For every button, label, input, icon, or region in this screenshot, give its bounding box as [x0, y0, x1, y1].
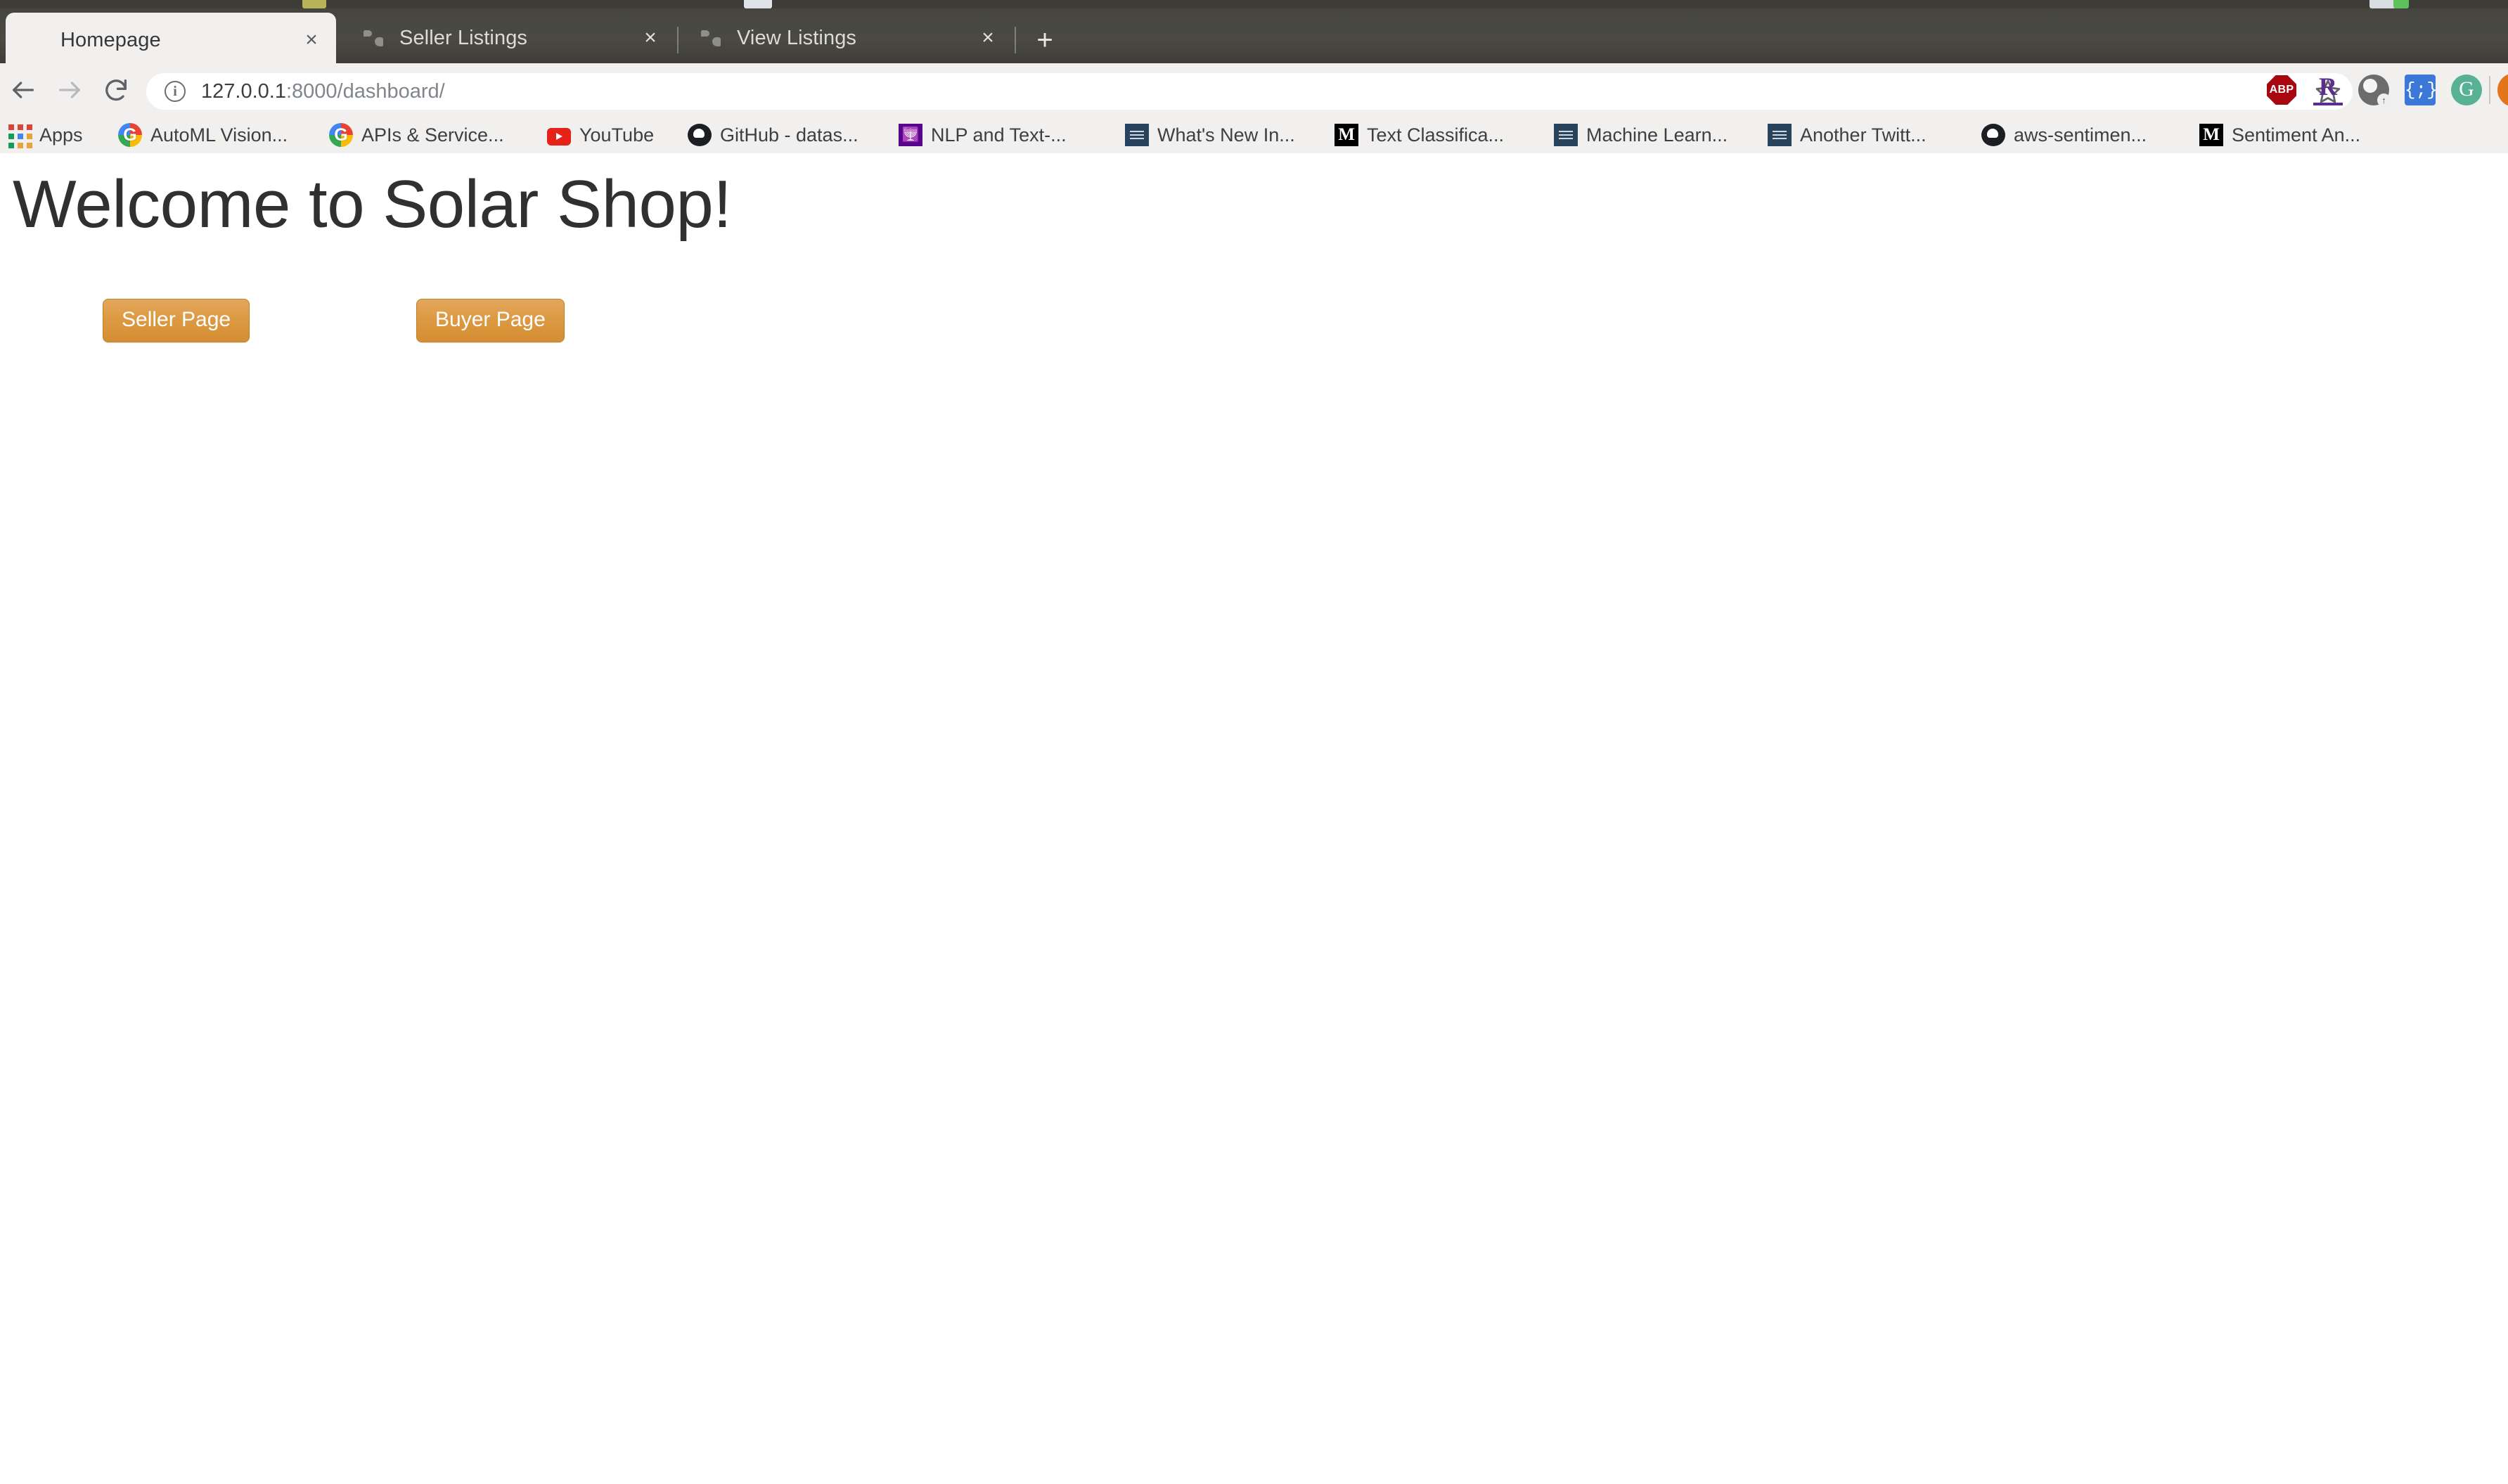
tab-view-listings[interactable]: View Listings ×	[682, 13, 1012, 63]
tab-title: Seller Listings	[399, 27, 527, 50]
medium-icon: M	[1335, 124, 1358, 146]
globe-icon	[697, 25, 724, 51]
page-title: Welcome to Solar Shop!	[13, 166, 731, 243]
url-host: 127.0.0.1	[201, 80, 286, 103]
bookmark-nlp-and-text[interactable]: NLP and Text-...	[899, 117, 1067, 153]
json-viewer-extension-icon[interactable]: {;}	[2405, 75, 2436, 105]
apps-grid-icon	[7, 123, 31, 147]
bookmark-apps[interactable]: Apps	[7, 117, 83, 153]
google-icon	[118, 123, 142, 147]
bookmark-label: NLP and Text-...	[931, 124, 1067, 146]
reload-button[interactable]	[100, 74, 132, 106]
bookmark-label: Machine Learn...	[1586, 124, 1728, 146]
seller-page-button[interactable]: Seller Page	[103, 299, 250, 342]
reload-icon	[102, 76, 130, 104]
new-tab-button[interactable]: +	[1031, 27, 1059, 55]
back-button[interactable]	[7, 74, 39, 106]
tab-homepage[interactable]: Homepage ×	[6, 13, 336, 67]
tab-separator	[677, 27, 679, 53]
screen-capture-extension-icon[interactable]	[2358, 75, 2389, 105]
tab-strip: Homepage × Seller Listings × View Listin…	[0, 8, 2508, 63]
bookmarks-bar: Apps AutoML Vision... APIs & Service... …	[0, 117, 2508, 153]
tab-seller-listings[interactable]: Seller Listings ×	[345, 13, 675, 63]
url-path: :8000/dashboard/	[286, 80, 445, 103]
bookmark-machine-learning[interactable]: Machine Learn...	[1554, 117, 1728, 153]
profile-avatar[interactable]	[2497, 73, 2508, 107]
bookmark-label: Another Twitt...	[1800, 124, 1927, 146]
globe-icon	[21, 27, 48, 53]
arrow-left-icon	[9, 76, 37, 104]
bookmark-automl-vision[interactable]: AutoML Vision...	[118, 117, 288, 153]
bookmark-github-datasets[interactable]: GitHub - datas...	[688, 117, 858, 153]
github-icon	[688, 124, 712, 146]
towards-data-science-icon	[1125, 124, 1149, 146]
bookmark-label: GitHub - datas...	[720, 124, 858, 146]
bookmark-label: Text Classifica...	[1367, 124, 1504, 146]
towards-data-science-icon	[1554, 124, 1578, 146]
page-viewport: Welcome to Solar Shop! Seller Page Buyer…	[0, 153, 2508, 1484]
tab-close-icon[interactable]: ×	[976, 26, 1000, 50]
bookmark-another-twitter[interactable]: Another Twitt...	[1768, 117, 1927, 153]
bookmark-apis-services[interactable]: APIs & Service...	[329, 117, 504, 153]
bookmark-youtube[interactable]: YouTube	[547, 117, 654, 153]
bookmark-aws-sentiment[interactable]: aws-sentimen...	[1981, 117, 2147, 153]
bookmark-label: APIs & Service...	[361, 124, 504, 146]
rakuten-extension-icon[interactable]: R	[2313, 75, 2343, 105]
bookmark-label: What's New In...	[1157, 124, 1295, 146]
buyer-page-button[interactable]: Buyer Page	[416, 299, 565, 342]
youtube-icon	[547, 128, 571, 146]
forward-button	[53, 74, 86, 106]
bookmark-sentiment-analysis[interactable]: M Sentiment An...	[2199, 117, 2360, 153]
bookmark-label: Sentiment An...	[2232, 124, 2360, 146]
tab-close-icon[interactable]: ×	[638, 26, 662, 50]
towards-data-science-icon	[1768, 124, 1792, 146]
medium-icon: M	[2199, 124, 2223, 146]
browser-toolbar: i 127.0.0.1:8000/dashboard/ ABP R {;} G	[0, 63, 2508, 117]
nyu-torch-icon	[899, 124, 922, 146]
url-text: 127.0.0.1:8000/dashboard/	[201, 80, 445, 103]
address-bar[interactable]: i 127.0.0.1:8000/dashboard/	[146, 73, 2353, 110]
grammarly-extension-icon[interactable]: G	[2451, 75, 2482, 105]
tab-title: Homepage	[60, 29, 161, 52]
bookmark-label: aws-sentimen...	[2014, 124, 2147, 146]
bookmark-text-classification[interactable]: M Text Classifica...	[1335, 117, 1504, 153]
toolbar-divider	[2489, 76, 2490, 104]
bookmark-label: Apps	[39, 124, 83, 146]
site-info-icon[interactable]: i	[165, 81, 186, 102]
arrow-right-icon	[56, 76, 84, 104]
tab-separator	[1015, 27, 1016, 53]
tab-close-icon[interactable]: ×	[300, 28, 323, 52]
globe-icon	[360, 25, 387, 51]
bookmark-label: AutoML Vision...	[150, 124, 288, 146]
google-icon	[329, 123, 353, 147]
tab-title: View Listings	[737, 27, 856, 50]
bookmark-label: YouTube	[579, 124, 654, 146]
bookmark-whats-new-in[interactable]: What's New In...	[1125, 117, 1295, 153]
github-icon	[1981, 124, 2005, 146]
adblock-plus-extension-icon[interactable]: ABP	[2267, 75, 2296, 105]
browser-window: Homepage × Seller Listings × View Listin…	[0, 0, 2508, 1484]
